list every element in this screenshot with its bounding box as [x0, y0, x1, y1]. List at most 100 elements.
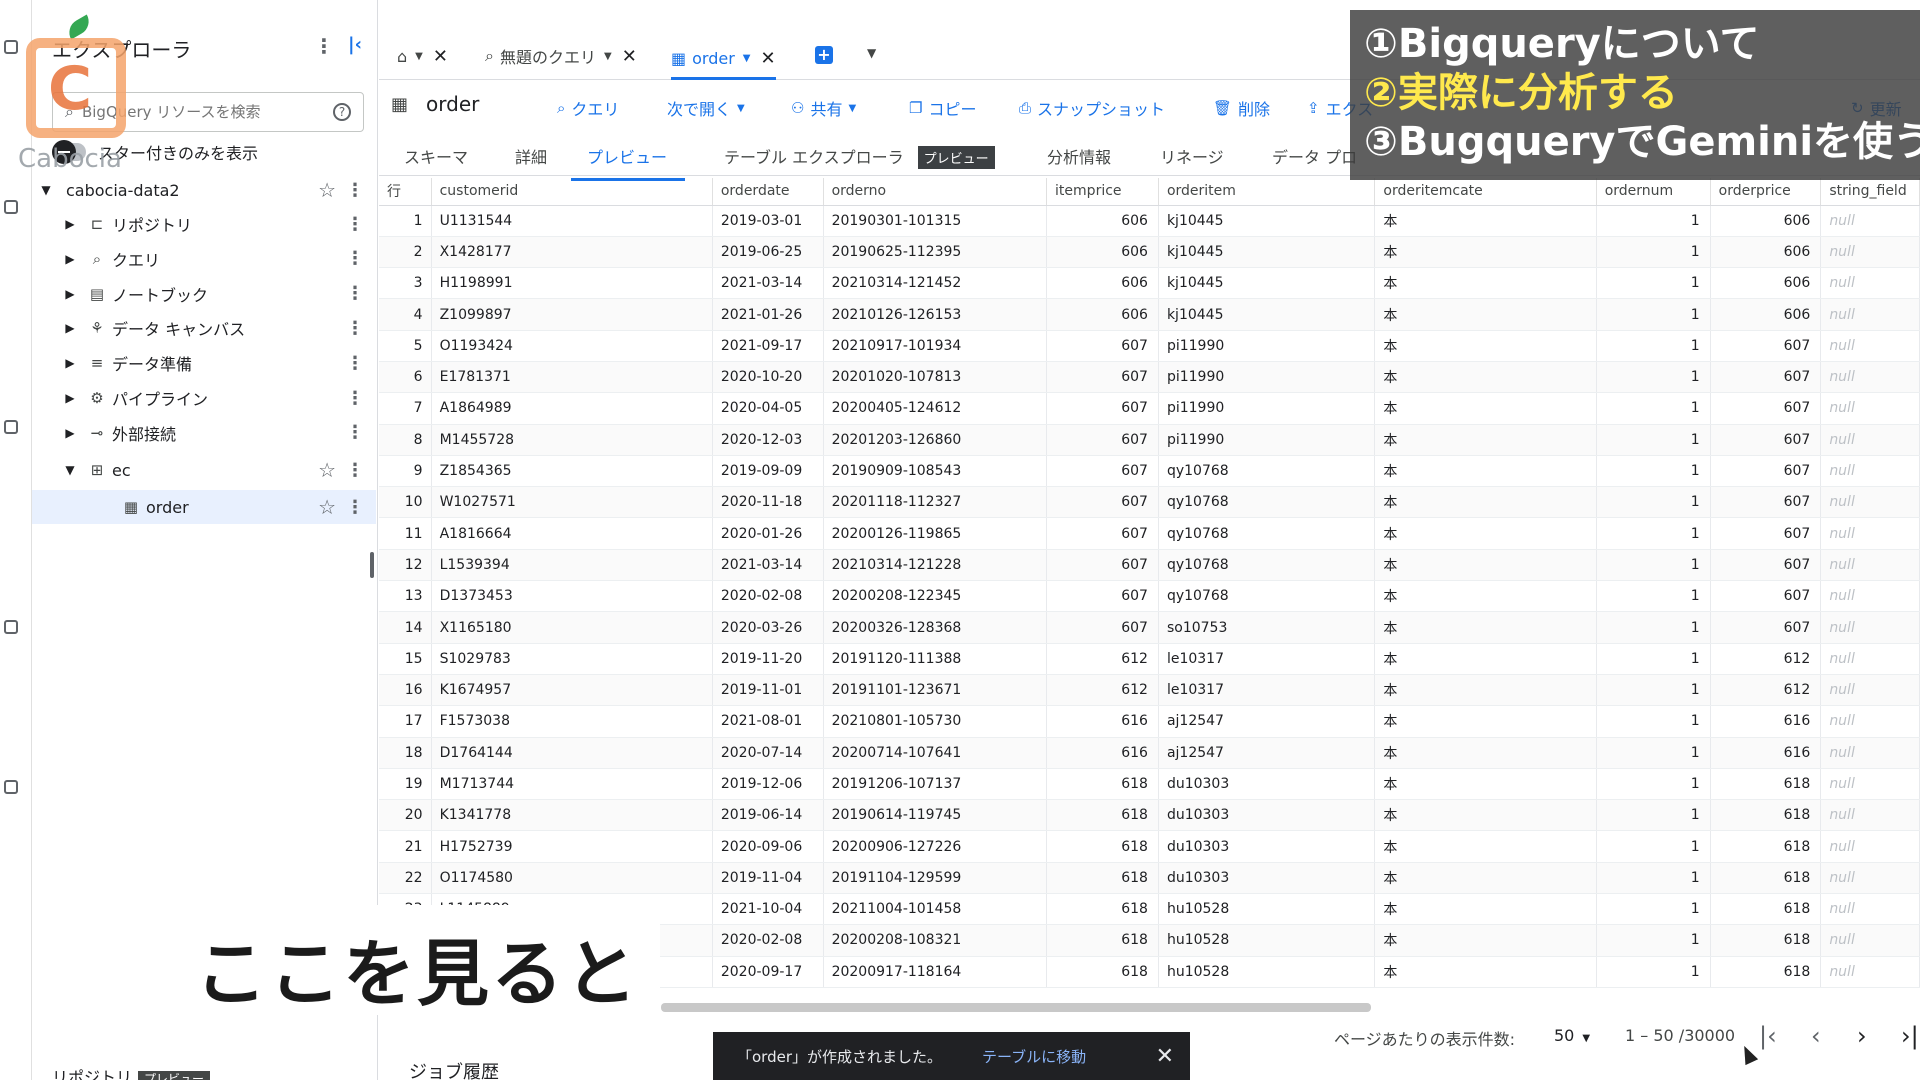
table-cell[interactable]: null — [1820, 768, 1920, 801]
table-cell[interactable]: F1573038 — [431, 705, 713, 738]
tree-item[interactable]: ▶ ⊸ 外部接続 ⋮ — [32, 416, 376, 450]
table-cell[interactable]: 20200714-107641 — [823, 737, 1048, 769]
table-cell[interactable]: 607 — [1046, 611, 1159, 644]
tab-table-explorer[interactable]: テーブル エクスプローラ プレビュー — [724, 144, 995, 169]
table-cell[interactable]: 2021-09-17 — [712, 330, 824, 362]
table-cell[interactable]: null — [1820, 330, 1920, 362]
table-cell[interactable]: 11 — [379, 517, 432, 550]
table-cell[interactable]: 606 — [1046, 298, 1159, 331]
table-cell[interactable]: 7 — [379, 392, 432, 425]
column-header[interactable]: orderdate — [712, 178, 824, 206]
table-cell[interactable]: 1 — [1596, 737, 1711, 769]
tab-untitled-query[interactable]: ⌕ 無題のクエリ ▼ ✕ — [485, 40, 637, 72]
table-cell[interactable]: 20 — [379, 799, 432, 832]
table-cell[interactable]: null — [1820, 549, 1920, 582]
table-cell[interactable]: 2020-09-17 — [712, 956, 824, 988]
table-cell[interactable]: O1174580 — [431, 862, 713, 895]
table-cell[interactable]: qy10768 — [1158, 580, 1376, 613]
table-cell[interactable]: 20201203-126860 — [823, 424, 1048, 456]
table-cell[interactable]: 2020-01-26 — [712, 517, 824, 550]
table-cell[interactable]: 612 — [1710, 643, 1822, 675]
more-vert-icon[interactable]: ⋮ — [346, 422, 364, 443]
table-cell[interactable]: 2021-08-01 — [712, 705, 824, 738]
table-cell[interactable]: 本 — [1374, 611, 1597, 644]
table-cell[interactable]: 1 — [1596, 768, 1711, 801]
table-cell[interactable]: 1 — [1596, 674, 1711, 707]
table-cell[interactable]: 21 — [379, 830, 432, 863]
nav-icon[interactable] — [4, 780, 18, 794]
table-cell[interactable]: 607 — [1046, 361, 1159, 394]
table-cell[interactable]: 本 — [1374, 267, 1597, 300]
go-to-table-link[interactable]: テーブルに移動 — [982, 1046, 1086, 1067]
tree-item[interactable]: ▶ ⌕ クエリ ⋮ — [32, 242, 376, 276]
table-cell[interactable]: 607 — [1046, 392, 1159, 425]
table-cell[interactable]: 2020-02-08 — [712, 924, 824, 957]
table-cell[interactable]: 20200208-108321 — [823, 924, 1048, 957]
table-cell[interactable]: 12 — [379, 549, 432, 582]
table-cell[interactable]: 1 — [1596, 956, 1711, 988]
table-cell[interactable]: null — [1820, 737, 1920, 769]
table-cell[interactable]: 618 — [1046, 862, 1159, 895]
tab-preview[interactable]: プレビュー — [571, 144, 686, 181]
table-cell[interactable]: 618 — [1710, 862, 1822, 895]
table-cell[interactable]: 607 — [1710, 549, 1822, 582]
close-icon[interactable]: ✕ — [1156, 1044, 1174, 1069]
table-cell[interactable]: 本 — [1374, 455, 1597, 488]
tab-insights[interactable]: 分析情報 — [1047, 144, 1111, 168]
table-cell[interactable]: 本 — [1374, 517, 1597, 550]
table-cell[interactable]: 606 — [1710, 205, 1822, 237]
table-cell[interactable]: 607 — [1046, 517, 1159, 550]
table-cell[interactable]: null — [1820, 956, 1920, 988]
table-cell[interactable]: 1 — [1596, 330, 1711, 362]
tab-data-profile[interactable]: データ プロ — [1272, 144, 1357, 168]
table-cell[interactable]: D1373453 — [431, 580, 713, 613]
table-cell[interactable]: null — [1820, 799, 1920, 832]
table-cell[interactable]: null — [1820, 236, 1920, 269]
column-header[interactable]: orderno — [823, 178, 1048, 206]
table-cell[interactable]: 20200326-128368 — [823, 611, 1048, 644]
tree-table[interactable]: ▦ order ☆ ⋮ — [32, 490, 376, 524]
table-cell[interactable]: null — [1820, 862, 1920, 895]
table-row[interactable]: 15 S1029783 2019-11-20 20191120-111388 612 le… — [379, 643, 1920, 675]
column-header[interactable]: itemprice — [1046, 178, 1159, 206]
table-cell[interactable]: 616 — [1710, 705, 1822, 738]
table-cell[interactable]: 618 — [1710, 893, 1822, 926]
table-cell[interactable]: X1428177 — [431, 236, 713, 269]
tab-schema[interactable]: スキーマ — [404, 144, 468, 168]
new-tab-button[interactable]: + — [815, 46, 833, 64]
table-cell[interactable]: 1 — [1596, 298, 1711, 331]
table-cell[interactable]: 607 — [1046, 330, 1159, 362]
table-cell[interactable]: 616 — [1046, 737, 1159, 769]
tab-lineage[interactable]: リネージ — [1160, 144, 1224, 168]
table-row[interactable]: 17 F1573038 2021-08-01 20210801-105730 616 aj… — [379, 705, 1920, 738]
more-vert-icon[interactable]: ⋮ — [346, 283, 364, 304]
table-cell[interactable]: 1 — [1596, 862, 1711, 895]
table-cell[interactable]: 606 — [1710, 236, 1822, 269]
table-cell[interactable]: X1165180 — [431, 611, 713, 644]
table-cell[interactable]: 606 — [1046, 205, 1159, 237]
table-cell[interactable]: 14 — [379, 611, 432, 644]
last-page-icon[interactable]: ›| — [1901, 1022, 1919, 1050]
table-cell[interactable]: 2021-03-14 — [712, 549, 824, 582]
table-cell[interactable]: 2020-10-20 — [712, 361, 824, 394]
table-cell[interactable]: 618 — [1046, 893, 1159, 926]
table-cell[interactable]: 1 — [1596, 580, 1711, 613]
table-cell[interactable]: 618 — [1046, 768, 1159, 801]
table-cell[interactable]: 18 — [379, 737, 432, 769]
table-row[interactable]: 21 H1752739 2020-09-06 20200906-127226 618 du… — [379, 830, 1920, 863]
table-cell[interactable]: 607 — [1046, 580, 1159, 613]
table-cell[interactable]: 618 — [1710, 768, 1822, 801]
table-cell[interactable]: 1 — [1596, 799, 1711, 832]
table-cell[interactable]: 607 — [1046, 486, 1159, 519]
table-cell[interactable]: 2021-10-04 — [712, 893, 824, 926]
table-cell[interactable]: 612 — [1046, 643, 1159, 675]
table-cell[interactable]: 1 — [1596, 392, 1711, 425]
caret-right-icon[interactable]: ▶ — [60, 426, 80, 440]
snapshot-button[interactable]: ⎙ スナップショット — [1019, 96, 1165, 120]
table-cell[interactable]: le10317 — [1158, 674, 1376, 707]
table-cell[interactable]: 20191206-107137 — [823, 768, 1048, 801]
table-cell[interactable]: 618 — [1046, 956, 1159, 988]
table-cell[interactable]: qy10768 — [1158, 455, 1376, 488]
table-row[interactable]: 11 A1816664 2020-01-26 20200126-119865 607 qy… — [379, 517, 1920, 550]
table-cell[interactable]: 16 — [379, 674, 432, 707]
